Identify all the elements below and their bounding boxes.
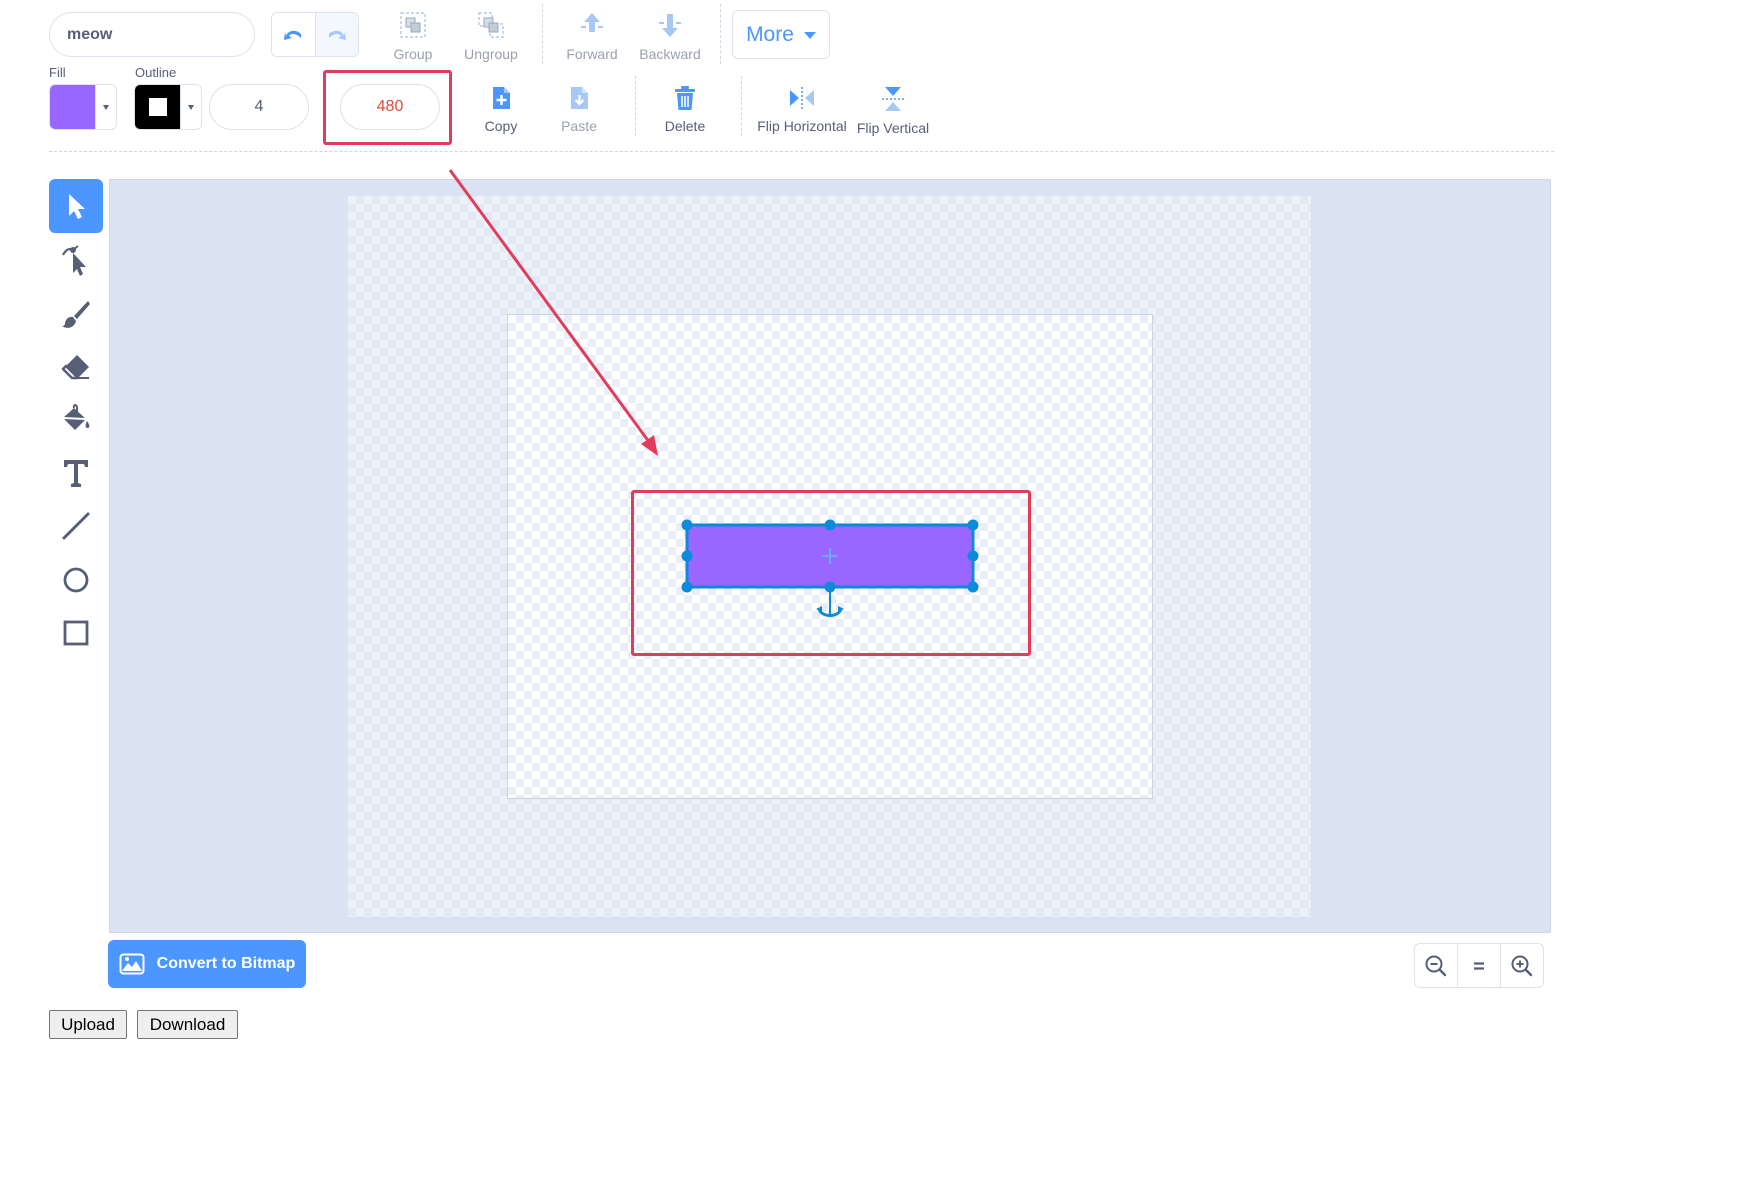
- select-tool-button[interactable]: [49, 179, 103, 233]
- zoom-reset-button[interactable]: [1457, 944, 1500, 987]
- upload-label: Upload: [61, 1014, 115, 1034]
- costume-name-input[interactable]: [49, 12, 255, 57]
- ungroup-button[interactable]: Ungroup: [461, 10, 521, 62]
- circle-tool-button[interactable]: [49, 553, 103, 607]
- flip-vertical-button[interactable]: Flip Vertical: [855, 84, 931, 136]
- zoom-in-icon: [1511, 955, 1533, 976]
- zoom-out-button[interactable]: [1415, 944, 1457, 987]
- arrow-pointer-icon: [69, 194, 85, 219]
- trash-icon: [675, 86, 695, 110]
- toolbar-divider: [741, 76, 742, 136]
- copy-button[interactable]: Copy: [471, 84, 531, 134]
- forward-label: Forward: [566, 46, 618, 62]
- paste-button[interactable]: Paste: [549, 84, 609, 134]
- text-t-icon: [64, 460, 88, 487]
- backward-icon: [659, 14, 681, 37]
- rectangle-icon: [63, 620, 89, 646]
- zoom-out-icon: [1425, 955, 1447, 976]
- flip-horizontal-label: Flip Horizontal: [757, 118, 847, 134]
- redo-icon: [328, 30, 346, 40]
- image-icon: [119, 953, 145, 975]
- flip-vertical-label: Flip Vertical: [856, 120, 930, 136]
- paint-bucket-icon: [62, 404, 90, 430]
- size-input[interactable]: [340, 84, 440, 130]
- forward-button[interactable]: Forward: [562, 10, 622, 62]
- paste-icon: [571, 87, 588, 109]
- group-button[interactable]: Group: [383, 10, 443, 62]
- toolbar-separator: [49, 151, 1554, 152]
- outline-label: Outline: [135, 65, 177, 80]
- reshape-pointer-icon: [62, 245, 86, 276]
- flip-horizontal-button[interactable]: Flip Horizontal: [755, 84, 849, 134]
- flip-vertical-icon: [882, 87, 904, 111]
- zoom-controls: [1414, 943, 1544, 988]
- caret-down-icon: [803, 32, 816, 39]
- backward-label: Backward: [639, 46, 701, 62]
- convert-label: Convert to Bitmap: [156, 955, 296, 972]
- toolbar-divider: [635, 76, 636, 136]
- annotation-arrow: [448, 169, 658, 456]
- brush-tool-button[interactable]: [49, 287, 103, 341]
- outline-width-input[interactable]: [209, 84, 309, 130]
- convert-to-bitmap-button[interactable]: Convert to Bitmap: [108, 940, 306, 988]
- eraser-icon: [61, 355, 89, 380]
- fill-tool-button[interactable]: [49, 392, 103, 446]
- equals-icon: [1474, 961, 1484, 970]
- flip-horizontal-icon: [790, 87, 814, 109]
- eraser-tool-button[interactable]: [49, 340, 103, 394]
- copy-label: Copy: [484, 118, 518, 134]
- dropdown-arrow-icon: [95, 85, 116, 129]
- undo-icon: [284, 30, 302, 40]
- zoom-in-button[interactable]: [1500, 944, 1543, 987]
- fill-color-swatch: [50, 85, 96, 129]
- text-tool-button[interactable]: [49, 446, 103, 500]
- delete-label: Delete: [664, 118, 706, 134]
- fill-color-picker[interactable]: [49, 84, 117, 130]
- outline-color-picker[interactable]: [134, 84, 202, 130]
- forward-icon: [581, 13, 603, 32]
- brush-icon: [62, 301, 90, 328]
- toolbar-divider: [542, 4, 543, 64]
- ungroup-label: Ungroup: [464, 46, 518, 62]
- download-label: Download: [149, 1014, 226, 1034]
- undo-button[interactable]: [272, 13, 315, 56]
- fill-label: Fill: [49, 65, 66, 80]
- delete-button[interactable]: Delete: [655, 84, 715, 134]
- more-dropdown-button[interactable]: More: [732, 10, 830, 59]
- paste-label: Paste: [561, 118, 597, 134]
- upload-button[interactable]: Upload: [49, 1010, 127, 1039]
- backward-button[interactable]: Backward: [639, 10, 701, 62]
- dropdown-arrow-icon: [180, 85, 201, 129]
- line-tool-button[interactable]: [49, 499, 103, 553]
- download-button[interactable]: Download: [137, 1010, 238, 1039]
- group-label: Group: [393, 46, 433, 62]
- rectangle-tool-button[interactable]: [49, 606, 103, 660]
- ungroup-icon: [478, 12, 504, 38]
- group-icon: [400, 12, 426, 38]
- more-label: More: [746, 22, 794, 46]
- copy-icon: [493, 87, 510, 109]
- redo-button[interactable]: [314, 13, 358, 56]
- toolbar-divider: [720, 4, 721, 64]
- undo-redo-group: [271, 12, 359, 57]
- reshape-tool-button[interactable]: [49, 233, 103, 287]
- outline-color-swatch: [135, 85, 181, 129]
- line-icon: [62, 512, 90, 540]
- shape-highlight: [631, 490, 1031, 656]
- circle-icon: [63, 567, 89, 593]
